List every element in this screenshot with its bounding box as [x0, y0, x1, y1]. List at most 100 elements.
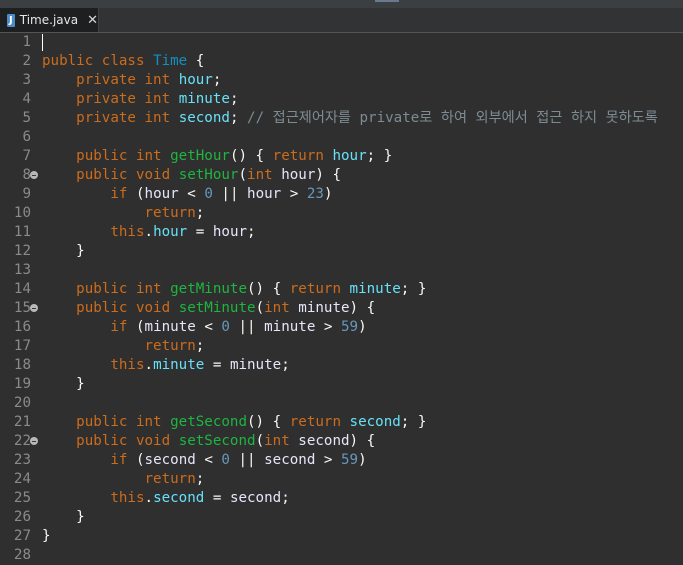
code-line[interactable]: 3 private int hour;	[0, 71, 683, 90]
code-line[interactable]: 23 if (second < 0 || second > 59)	[0, 451, 683, 470]
window-top-bar	[0, 0, 683, 8]
code-token: (	[255, 433, 265, 449]
code-text: }	[42, 508, 85, 527]
line-number: 6	[22, 129, 31, 145]
code-token: Time	[153, 53, 188, 69]
code-line[interactable]: 19 }	[0, 375, 683, 394]
code-line[interactable]: 17 return;	[0, 337, 683, 356]
code-line[interactable]: 16 if (minute < 0 || minute > 59)	[0, 318, 683, 337]
code-token: (	[238, 167, 248, 183]
code-text: }	[42, 375, 85, 394]
code-line[interactable]: 25 this.second = second;	[0, 489, 683, 508]
code-token: if	[110, 186, 128, 202]
code-line[interactable]: 15 public void setMinute(int minute) {	[0, 299, 683, 318]
line-number: 24	[13, 471, 31, 487]
code-line[interactable]: 7 public int getHour() { return hour; }	[0, 147, 683, 166]
fold-collapse-icon[interactable]	[30, 304, 38, 312]
code-token: void	[135, 433, 171, 449]
code-line[interactable]: 13	[0, 261, 683, 280]
fold-collapse-icon[interactable]	[30, 171, 38, 179]
code-token: ; }	[400, 414, 427, 430]
code-token: <	[195, 452, 222, 468]
code-token: =	[204, 490, 230, 506]
line-number: 23	[13, 452, 31, 468]
code-line[interactable]: 9 if (hour < 0 || hour > 23)	[0, 185, 683, 204]
code-text: if (minute < 0 || minute > 59)	[42, 318, 366, 337]
code-token: second	[229, 490, 282, 506]
code-token: ;	[281, 490, 290, 506]
code-text: private int minute;	[42, 90, 238, 109]
code-line[interactable]: 6	[0, 128, 683, 147]
code-line[interactable]: 26 }	[0, 508, 683, 527]
code-token: return	[289, 414, 341, 430]
code-line[interactable]: 10 return;	[0, 204, 683, 223]
fold-collapse-icon[interactable]	[30, 437, 38, 445]
code-line[interactable]: 2 public class Time {	[0, 52, 683, 71]
code-editor[interactable]: 1 2 public class Time {3 private int hour;…	[0, 33, 683, 563]
line-number: 28	[13, 547, 31, 563]
code-line[interactable]: 4 private int minute;	[0, 90, 683, 109]
close-icon[interactable]: ✕	[87, 13, 98, 28]
code-token: .	[144, 490, 154, 506]
code-token: hour	[247, 186, 282, 202]
code-token: .	[144, 357, 154, 373]
code-token: 0	[221, 452, 230, 468]
editor-tab-time-java[interactable]: J Time.java ✕	[0, 8, 99, 32]
code-line[interactable]: 11 this.hour = hour;	[0, 223, 683, 242]
code-token: // 접근제어자를 private로 하여 외부에서 접근 하지 못하도록	[247, 110, 658, 126]
editor-tab-title: Time.java	[19, 13, 79, 27]
code-token: hour	[178, 72, 213, 88]
line-number: 18	[13, 357, 31, 373]
code-token: ;	[195, 338, 205, 354]
code-token: getSecond	[170, 414, 248, 430]
code-text: if (hour < 0 || hour > 23)	[42, 185, 332, 204]
code-line[interactable]: 1	[0, 33, 683, 52]
code-line[interactable]: 21 public int getSecond() { return secon…	[0, 413, 683, 432]
code-line[interactable]: 22 public void setSecond(int second) {	[0, 432, 683, 451]
code-token: ) {	[315, 167, 341, 183]
code-token: public	[76, 167, 128, 183]
code-token: ) {	[349, 433, 376, 449]
code-token: public	[42, 53, 94, 69]
code-token: public	[76, 433, 128, 449]
code-line[interactable]: 20	[0, 394, 683, 413]
code-line[interactable]: 28	[0, 546, 683, 565]
code-token: hour	[153, 224, 188, 240]
code-token: ;	[247, 224, 256, 240]
code-text: public void setSecond(int second) {	[42, 432, 375, 451]
code-text: public void setMinute(int minute) {	[42, 299, 375, 318]
code-line[interactable]: 12 }	[0, 242, 683, 261]
code-token: minute	[298, 300, 350, 316]
code-token: setHour	[178, 167, 239, 183]
code-token: }	[42, 528, 51, 544]
line-number: 2	[22, 53, 31, 69]
code-token: this	[110, 490, 145, 506]
code-text: private int second; // 접근제어자를 private로 하…	[42, 109, 658, 128]
code-line[interactable]: 14 public int getMinute() { return minut…	[0, 280, 683, 299]
code-token: .	[144, 224, 154, 240]
code-token: int	[264, 433, 290, 449]
code-line[interactable]: 18 this.minute = minute;	[0, 356, 683, 375]
code-line[interactable]: 5 private int second; // 접근제어자를 private로…	[0, 109, 683, 128]
code-line[interactable]: 8 public void setHour(int hour) {	[0, 166, 683, 185]
code-line[interactable]: 27}	[0, 527, 683, 546]
code-line[interactable]: 24 return;	[0, 470, 683, 489]
code-token: int	[144, 72, 171, 88]
line-number: 3	[22, 72, 31, 88]
line-number: 15	[13, 300, 31, 316]
line-number: 10	[13, 205, 31, 221]
code-text: public int getMinute() { return minute; …	[42, 280, 426, 299]
